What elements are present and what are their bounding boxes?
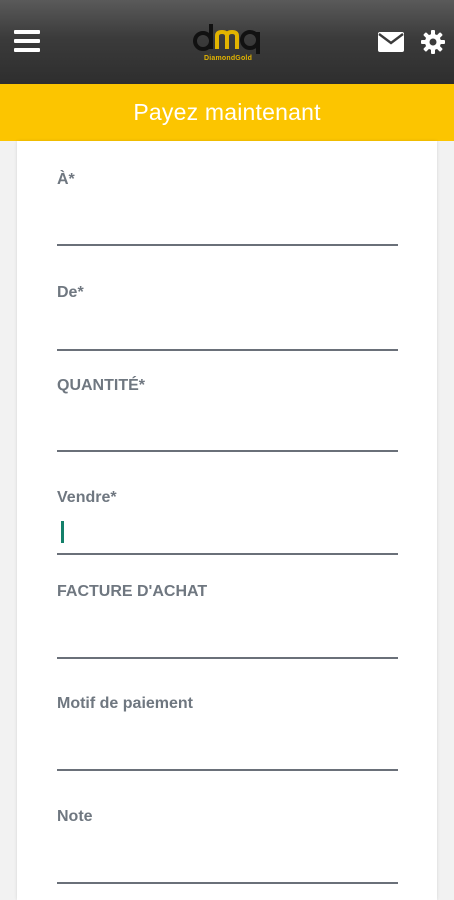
from-input[interactable]: [57, 311, 398, 351]
invoice-input[interactable]: [57, 619, 398, 659]
payment-form: À* De* QUANTITÉ* Vendre* FACTURE D'ACHAT…: [17, 141, 437, 900]
payment-reason-label: Motif de paiement: [57, 695, 194, 712]
text-cursor: [61, 521, 64, 543]
app-header: DiamondGold: [0, 0, 454, 84]
note-label: Note: [57, 808, 93, 825]
sell-input[interactable]: [57, 515, 398, 555]
quantity-label: QUANTITÉ*: [57, 377, 145, 394]
logo-text: DiamondGold: [203, 55, 253, 62]
to-label: À*: [57, 171, 75, 188]
invoice-label: FACTURE D'ACHAT: [57, 583, 208, 600]
from-label: De*: [57, 284, 84, 301]
gear-icon[interactable]: [421, 30, 445, 54]
quantity-input[interactable]: [57, 412, 398, 452]
note-input[interactable]: [57, 844, 398, 884]
payment-reason-input[interactable]: [57, 731, 398, 771]
logo-mark-icon: [193, 24, 260, 54]
to-input[interactable]: [57, 206, 398, 246]
sell-label: Vendre*: [57, 489, 117, 506]
menu-icon[interactable]: [14, 30, 40, 52]
mail-icon[interactable]: [378, 32, 404, 52]
app-logo: DiamondGold: [190, 20, 266, 66]
page-title: Payez maintenant: [0, 84, 454, 141]
